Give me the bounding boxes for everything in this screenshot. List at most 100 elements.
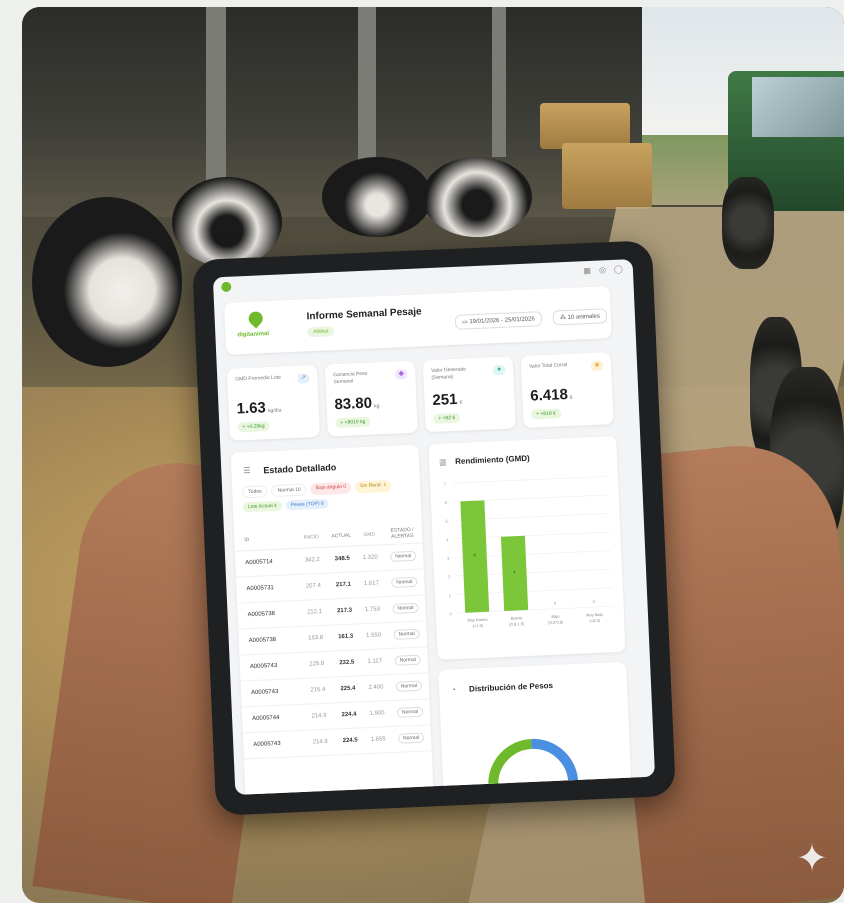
- money-icon: ●: [492, 364, 506, 376]
- detail-title: Estado Detallado: [263, 462, 337, 476]
- cell-actual: 224.5: [342, 737, 358, 745]
- data-label: 0: [593, 599, 596, 604]
- tablet: ▦ ◎ ◯ digitanimal Informe Semanal Pesaje…: [192, 240, 676, 816]
- kpi-card-weight-gain: Ganancia Peso Semanal ◆ 83.80 kg + +8010 …: [324, 360, 418, 437]
- barn-post: [492, 7, 506, 157]
- kpi-unit: €: [569, 394, 573, 401]
- cell-gmd: 1.550: [366, 632, 382, 640]
- column-header[interactable]: ESTADO / ALERTAS: [382, 527, 422, 541]
- distribution-ring: [488, 738, 579, 786]
- cell-estado: Normal: [383, 550, 423, 562]
- y-tick-label: 1: [449, 593, 452, 598]
- gmd-bar-chart: 012345676Muy Bueno(>1.5)4Bueno(0.8-1.5)0…: [444, 476, 614, 629]
- table-body: A0005714 342.2 348.5 1.320 Normal A0005731 207…: [231, 445, 432, 760]
- cell-id: A0005744: [252, 714, 280, 723]
- cell-actual: 217.3: [336, 607, 353, 615]
- y-tick-label: 4: [446, 537, 449, 542]
- report-header: digitanimal Informe Semanal Pesaje Ahlik…: [223, 286, 612, 355]
- date-range-button[interactable]: ▭ 19/01/2026 - 25/01/2026: [454, 311, 543, 330]
- column-header[interactable]: INICIO: [296, 534, 326, 541]
- cell-actual: 348.5: [334, 555, 350, 563]
- cell-inicio: 214.9: [311, 712, 327, 720]
- cell-inicio: 342.2: [304, 557, 320, 564]
- column-header[interactable]: ACTUAL: [326, 532, 356, 540]
- kpi-label: GMD Promedio Lote: [235, 374, 282, 383]
- status-badge: Normal: [397, 732, 425, 744]
- filter-chip[interactable]: Normal 10: [271, 483, 307, 498]
- brand-name: digitanimal: [237, 331, 270, 339]
- user-icon[interactable]: ◯: [614, 265, 623, 274]
- kpi-unit: €: [459, 399, 463, 406]
- report-title: Informe Semanal Pesaje: [306, 306, 422, 323]
- kpi-value: 6.418 €: [530, 386, 573, 405]
- filter-chip[interactable]: Lote Actual 4: [242, 500, 283, 513]
- cell-id: A0005714: [245, 559, 273, 567]
- kpi-card-total-value: Valor Total Corral ■ 6.418 € + +818 €: [520, 352, 614, 428]
- cow: [32, 197, 182, 367]
- x-tick-label: Muy Bueno(>1.5): [467, 617, 488, 629]
- status-badge: Normal: [395, 680, 423, 692]
- grid-line: [452, 476, 608, 484]
- kpi-card-value-week: Valor Generado (Semana) ● 251 € + +82 €: [422, 356, 516, 433]
- filter-chip[interactable]: Todos: [241, 485, 268, 499]
- animal-count-label: 10 animales: [567, 313, 601, 321]
- y-tick-label: 5: [445, 519, 448, 524]
- cell-gmd: 1.900: [369, 710, 385, 717]
- sparkle-icon: ✦: [796, 838, 828, 880]
- cell-id: A0005743: [249, 662, 278, 671]
- status-badge: Normal: [394, 654, 422, 666]
- grid-line: [452, 494, 609, 503]
- cell-gmd: 1.320: [362, 554, 378, 562]
- trend-icon: ↗: [297, 373, 310, 384]
- cell-id: A0005731: [246, 585, 274, 593]
- data-label: 0: [554, 601, 557, 606]
- hay-bale: [562, 143, 652, 209]
- cow: [172, 177, 282, 267]
- kpi-unit: kg: [374, 403, 380, 410]
- cell-estado: Normal: [385, 602, 425, 614]
- cell-inicio: 153.8: [308, 634, 324, 642]
- cell-estado: Normal: [388, 654, 428, 666]
- filter-chips: Todos Normal 10 Bajo ángulo 0 Sin Rend. 1 Lo…: [241, 479, 413, 513]
- cell-id: A0005743: [253, 740, 281, 749]
- animal-count-button[interactable]: ⁂ 10 animales: [552, 308, 608, 326]
- app-logo-icon: [221, 281, 232, 293]
- cell-inicio: 214.9: [312, 738, 328, 746]
- kpi-label: Ganancia Peso Semanal: [333, 370, 368, 386]
- cell-estado: Normal: [391, 732, 431, 744]
- kpi-number: 1.63: [236, 399, 267, 418]
- cell-gmd: 1.117: [367, 658, 383, 666]
- cell-gmd: 2.400: [368, 684, 384, 692]
- cell-inicio: 225.8: [309, 660, 325, 668]
- column-header[interactable]: ID: [234, 535, 296, 544]
- y-tick-label: 2: [448, 574, 451, 579]
- kpi-value: 83.80 kg: [334, 394, 380, 414]
- y-tick-label: 6: [445, 500, 448, 505]
- report-tag: Ahlikat: [307, 326, 335, 338]
- kpi-badge: + +0.20kg: [237, 421, 270, 433]
- scale-icon: ◆: [395, 369, 408, 380]
- ring-segment: [488, 738, 532, 786]
- x-tick-label: Bueno(0.8-1.5): [509, 615, 525, 627]
- y-tick-label: 3: [447, 556, 450, 561]
- kpi-number: 6.418: [529, 386, 569, 405]
- grid-icon[interactable]: ▦: [583, 266, 591, 275]
- kpi-value: 1.63 kg/día: [236, 399, 282, 418]
- cell-inicio: 207.4: [305, 582, 322, 590]
- kpi-number: 251: [432, 390, 458, 409]
- bell-icon[interactable]: ◎: [599, 265, 606, 274]
- filter-chip[interactable]: Peses (TOP) 8: [285, 498, 329, 511]
- cell-actual: 224.4: [341, 711, 357, 719]
- column-header[interactable]: GMD: [356, 531, 382, 539]
- cell-id: A0005738: [247, 611, 276, 619]
- cell-id: A0005743: [250, 688, 279, 697]
- cell-estado: Normal: [389, 680, 429, 692]
- status-badge: Normal: [391, 576, 418, 588]
- cell-estado: Normal: [390, 706, 430, 718]
- cell-inicio: 212.1: [306, 608, 323, 616]
- filter-chip[interactable]: Sin Rend. 1: [354, 479, 392, 494]
- filter-chip[interactable]: Bajo ángulo 0: [310, 481, 352, 496]
- cell-gmd: 1.753: [364, 606, 381, 614]
- cell-gmd: 1.655: [370, 736, 386, 743]
- barn-post: [358, 7, 376, 177]
